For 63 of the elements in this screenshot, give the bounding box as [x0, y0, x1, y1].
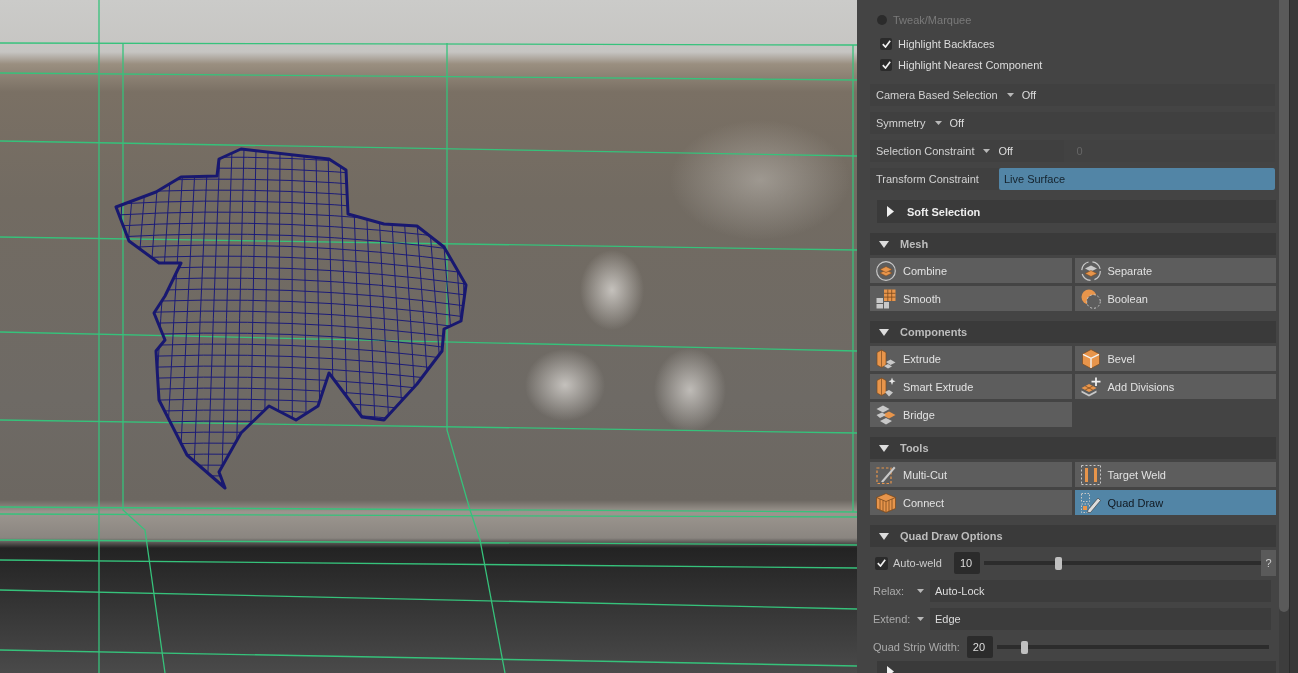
section-header[interactable]: Mesh: [870, 233, 1276, 255]
tool-button[interactable]: Connect: [870, 490, 1072, 515]
number-field[interactable]: 20: [966, 636, 993, 658]
grid-squares-icon: [876, 288, 896, 309]
tool-button[interactable]: Target Weld: [1074, 462, 1276, 487]
check-icon: [877, 559, 886, 567]
caret-down-icon: [1006, 93, 1014, 97]
section-header[interactable]: Quad Draw Options: [870, 525, 1276, 547]
dropdown-value[interactable]: Off: [1021, 89, 1037, 101]
checkbox-label: Highlight Nearest Component: [898, 58, 1043, 71]
checkbox-label: Auto-weld: [893, 557, 942, 569]
knife-icon: [876, 464, 896, 485]
tool-button[interactable]: Combine: [870, 258, 1072, 283]
caret-down-icon: [917, 617, 924, 621]
checkbox[interactable]: [880, 37, 892, 50]
tool-button[interactable]: Bevel: [1074, 346, 1276, 371]
dropdown-value[interactable]: Off: [949, 117, 964, 129]
tool-button[interactable]: Quad Draw: [1074, 490, 1276, 515]
option-label: Extend:: [873, 613, 912, 625]
cube-icon: [1080, 348, 1101, 369]
section-header[interactable]: Tools: [870, 437, 1276, 459]
constraint-field[interactable]: Live Surface: [998, 168, 1275, 190]
slider-thumb[interactable]: [1020, 640, 1028, 654]
caret-down-icon: [934, 121, 942, 125]
slider-thumb[interactable]: [1055, 556, 1063, 570]
option-label: Relax:: [873, 585, 906, 597]
tool-button[interactable]: Extrude: [870, 346, 1072, 371]
stacked-layers-icon: [876, 260, 896, 281]
stacked-tiles-icon: [876, 404, 896, 425]
option-label: Selection Constraint: [876, 145, 975, 157]
check-icon: [881, 60, 891, 69]
dropdown-field[interactable]: Edge: [930, 608, 1271, 630]
dropdown-field[interactable]: Auto-Lock: [930, 580, 1271, 602]
section-header[interactable]: Components: [870, 321, 1276, 343]
option-label: Camera Based Selection: [876, 89, 998, 101]
block-sparkle-icon: [876, 376, 896, 397]
checkbox-label: Highlight Backfaces: [898, 37, 995, 50]
tool-button[interactable]: Add Divisions: [1074, 374, 1276, 399]
checkbox[interactable]: [880, 58, 892, 71]
tiles-plus-icon: [1080, 376, 1101, 397]
section-header[interactable]: Soft Selection: [877, 200, 1276, 223]
separated-layers-icon: [1080, 260, 1101, 281]
tool-button[interactable]: Smart Extrude: [870, 374, 1072, 399]
option-label: Quad Strip Width:: [873, 641, 960, 653]
crescent-icon: [1080, 288, 1101, 309]
number-field[interactable]: 10: [953, 552, 980, 574]
tool-button[interactable]: Boolean: [1074, 286, 1276, 311]
check-icon: [881, 39, 891, 48]
checkbox[interactable]: [875, 556, 888, 570]
pencil-icon: [1080, 492, 1101, 513]
caret-down-icon: [917, 589, 924, 593]
option-label: Transform Constraint: [876, 173, 979, 185]
tool-button[interactable]: Smooth: [870, 286, 1072, 311]
dotted-columns-icon: [1080, 464, 1101, 485]
tool-button[interactable]: Separate: [1074, 258, 1276, 283]
option-label: Symmetry: [876, 117, 926, 129]
dropdown-value[interactable]: Off: [998, 145, 1065, 157]
tool-button[interactable]: Multi-Cut: [870, 462, 1072, 487]
box-icon: [876, 492, 896, 513]
caret-down-icon: [983, 149, 991, 153]
tool-button[interactable]: Bridge: [870, 402, 1072, 427]
help-button[interactable]: ?: [1261, 550, 1276, 576]
extruded-block-icon: [876, 348, 896, 369]
